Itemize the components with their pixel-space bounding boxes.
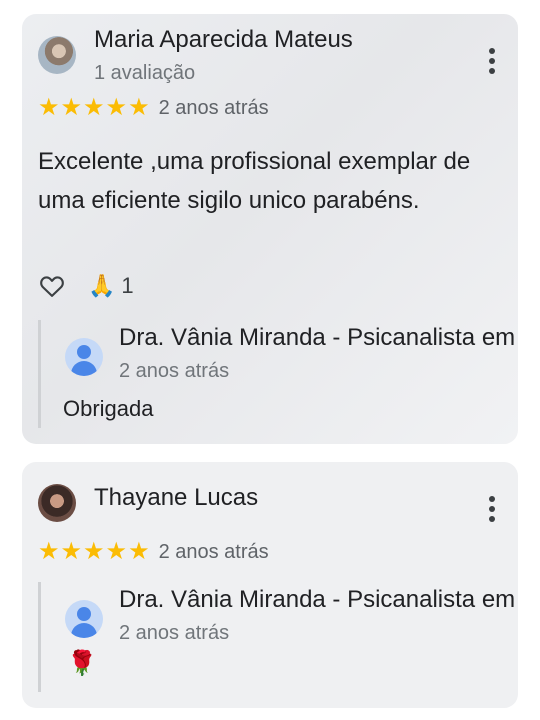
pray-reaction-icon[interactable]: 🙏	[88, 275, 115, 297]
owner-avatar[interactable]	[65, 338, 103, 376]
rating-row: ★★★★★ 2 anos atrás	[38, 96, 269, 120]
heart-icon[interactable]	[38, 272, 66, 300]
review-date: 2 anos atrás	[158, 96, 269, 119]
review-text: Excelente ,uma profissional exemplar de …	[38, 148, 471, 214]
star-rating: ★★★★★	[38, 94, 151, 121]
rating-row: ★★★★★ 2 anos atrás	[38, 540, 269, 564]
reviewer-name[interactable]: Maria Aparecida Mateus	[94, 26, 353, 54]
reaction-count: 1	[121, 273, 134, 298]
owner-reply: Dra. Vânia Miranda - Psicanalista em 2 a…	[38, 582, 518, 692]
reply-text: 🌹	[67, 650, 97, 677]
review-card: Maria Aparecida Mateus 1 avaliação ★★★★★…	[22, 14, 518, 444]
owner-avatar[interactable]	[65, 600, 103, 638]
review-card: Thayane Lucas ★★★★★ 2 anos atrás Dra. Vâ…	[22, 462, 518, 708]
reactions-row: 🙏 1	[38, 272, 134, 300]
reply-date: 2 anos atrás	[119, 360, 230, 382]
reply-text: Obrigada	[63, 396, 154, 421]
owner-name[interactable]: Dra. Vânia Miranda - Psicanalista em	[119, 586, 515, 614]
more-options-icon[interactable]	[488, 48, 496, 76]
reviewer-avatar[interactable]	[38, 484, 76, 522]
owner-name[interactable]: Dra. Vânia Miranda - Psicanalista em	[119, 324, 515, 352]
more-options-icon[interactable]	[488, 496, 496, 524]
review-date: 2 anos atrás	[158, 540, 269, 563]
reply-date: 2 anos atrás	[119, 622, 230, 644]
reviewer-name[interactable]: Thayane Lucas	[94, 484, 258, 512]
reviewer-review-count: 1 avaliação	[94, 62, 196, 84]
star-rating: ★★★★★	[38, 538, 151, 565]
owner-reply: Dra. Vânia Miranda - Psicanalista em 2 a…	[38, 320, 518, 428]
reviewer-avatar[interactable]	[38, 36, 76, 74]
